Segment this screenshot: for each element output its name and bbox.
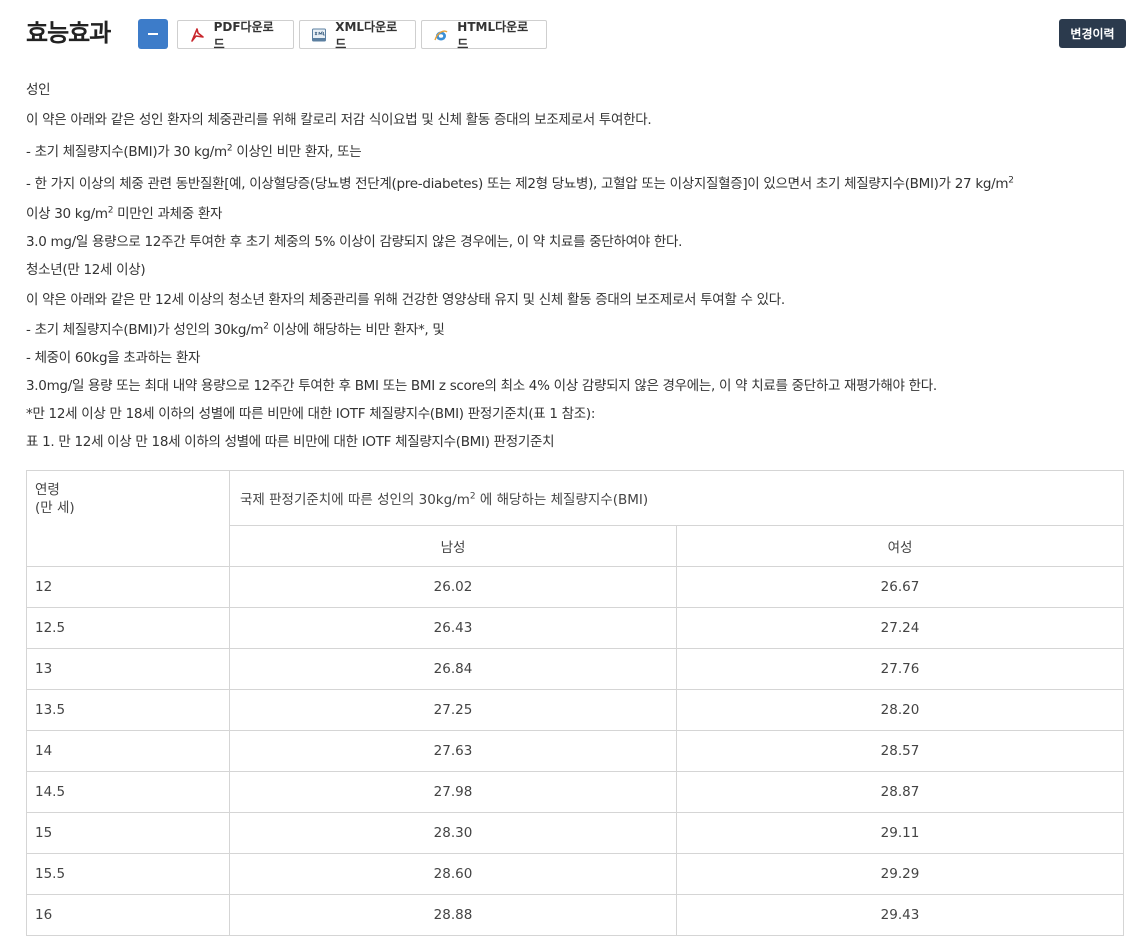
adult-bullet-1-text: - 초기 체질량지수(BMI)가 30 kg/m bbox=[26, 144, 227, 160]
age-cell: 13.5 bbox=[26, 689, 230, 731]
age-cell: 15 bbox=[26, 812, 230, 854]
teen-bullet-1-text: - 초기 체질량지수(BMI)가 성인의 30kg/m bbox=[26, 322, 264, 338]
adult-bullet-2: - 한 가지 이상의 체중 관련 동반질환[예, 이상혈당증(당뇨병 전단계(p… bbox=[26, 168, 1126, 200]
female-bmi-cell: 27.24 bbox=[676, 607, 1124, 649]
male-bmi-cell: 27.25 bbox=[229, 689, 677, 731]
age-cell: 14.5 bbox=[26, 771, 230, 813]
female-bmi-cell: 29.29 bbox=[676, 853, 1124, 895]
teen-intro: 이 약은 아래와 같은 만 12세 이상의 청소년 환자의 체중관리를 위해 건… bbox=[26, 292, 785, 308]
female-bmi-cell: 28.87 bbox=[676, 771, 1124, 813]
female-column-header: 여성 bbox=[676, 525, 1124, 567]
table-row: 14 27.63 28.57 bbox=[26, 730, 1124, 772]
html-icon bbox=[432, 26, 449, 44]
teen-bullet-2: - 체중이 60kg을 초과하는 환자 bbox=[26, 350, 201, 366]
table-caption: 표 1. 만 12세 이상 만 18세 이하의 성별에 따른 비만에 대한 IO… bbox=[26, 434, 555, 450]
female-bmi-cell: 28.57 bbox=[676, 730, 1124, 772]
xml-icon bbox=[310, 26, 327, 44]
table-row: 14.5 27.98 28.87 bbox=[26, 771, 1124, 813]
male-bmi-cell: 26.43 bbox=[229, 607, 677, 649]
female-bmi-cell: 27.76 bbox=[676, 648, 1124, 690]
age-cell: 15.5 bbox=[26, 853, 230, 895]
teen-bullet-1-text-end: 이상에 해당하는 비만 환자*, 및 bbox=[268, 322, 445, 338]
pdf-download-button[interactable]: PDF다운로드 bbox=[177, 19, 294, 51]
table-header-row: 연령 (만 세) 국제 판정기준치에 따른 성인의 30kg/m2 에 해당하는… bbox=[26, 470, 1124, 567]
header: 효능효과 PDF다운로드 XML다운로드 HTML다운로드 변경이력 bbox=[26, 16, 1126, 52]
adult-stop-criteria: 3.0 mg/일 용량으로 12주간 투여한 후 초기 체중의 5% 이상이 감… bbox=[26, 234, 683, 250]
table-row: 16 28.88 29.43 bbox=[26, 894, 1124, 936]
male-bmi-cell: 28.60 bbox=[229, 853, 677, 895]
male-bmi-cell: 26.02 bbox=[229, 566, 677, 608]
bmi-group-header-text-end: 에 해당하는 체질량지수(BMI) bbox=[475, 492, 649, 508]
table-row: 13.5 27.25 28.20 bbox=[26, 689, 1124, 731]
bmi-cutoff-table: 연령 (만 세) 국제 판정기준치에 따른 성인의 30kg/m2 에 해당하는… bbox=[26, 470, 1124, 936]
table-row: 15.5 28.60 29.29 bbox=[26, 853, 1124, 895]
male-bmi-cell: 26.84 bbox=[229, 648, 677, 690]
male-bmi-cell: 27.63 bbox=[229, 730, 677, 772]
table-row: 12 26.02 26.67 bbox=[26, 566, 1124, 608]
age-header-line-1: 연령 bbox=[35, 482, 60, 498]
teen-bullet-1: - 초기 체질량지수(BMI)가 성인의 30kg/m2 이상에 해당하는 비만… bbox=[26, 316, 1126, 344]
footnote: *만 12세 이상 만 18세 이하의 성별에 따른 비만에 대한 IOTF 체… bbox=[26, 406, 596, 422]
adult-bullet-2-cont-end: 미만인 과체중 환자 bbox=[113, 206, 223, 222]
female-bmi-cell: 28.20 bbox=[676, 689, 1124, 731]
table-row: 12.5 26.43 27.24 bbox=[26, 607, 1124, 649]
xml-download-label: XML다운로드 bbox=[335, 19, 398, 51]
collapse-button[interactable] bbox=[138, 19, 168, 49]
male-bmi-cell: 28.30 bbox=[229, 812, 677, 854]
male-bmi-cell: 28.88 bbox=[229, 894, 677, 936]
page-title: 효능효과 bbox=[26, 19, 111, 47]
female-bmi-cell: 26.67 bbox=[676, 566, 1124, 608]
bmi-group-header: 국제 판정기준치에 따른 성인의 30kg/m2 에 해당하는 체질량지수(BM… bbox=[229, 470, 1124, 526]
age-cell: 12 bbox=[26, 566, 230, 608]
age-cell: 16 bbox=[26, 894, 230, 936]
change-history-button[interactable]: 변경이력 bbox=[1059, 19, 1126, 48]
efficacy-content: 성인 이 약은 아래와 같은 성인 환자의 체중관리를 위해 칼로리 저감 식이… bbox=[26, 76, 1126, 456]
superscript: 2 bbox=[1008, 175, 1014, 186]
html-download-button[interactable]: HTML다운로드 bbox=[421, 19, 547, 51]
xml-download-button[interactable]: XML다운로드 bbox=[299, 19, 416, 51]
adult-bullet-1-text-end: 이상인 비만 환자, 또는 bbox=[232, 144, 362, 160]
html-download-label: HTML다운로드 bbox=[457, 19, 529, 51]
age-header-line-2: (만 세) bbox=[35, 500, 75, 516]
bmi-table-container: 연령 (만 세) 국제 판정기준치에 따른 성인의 30kg/m2 에 해당하는… bbox=[26, 470, 1124, 936]
minus-icon bbox=[148, 33, 158, 35]
table-row: 15 28.30 29.11 bbox=[26, 812, 1124, 854]
adult-bullet-1: - 초기 체질량지수(BMI)가 30 kg/m2 이상인 비만 환자, 또는 bbox=[26, 136, 1126, 168]
adult-bullet-2-cont-text: 이상 30 kg/m bbox=[26, 206, 108, 222]
teen-heading: 청소년(만 12세 이상) bbox=[26, 262, 146, 278]
male-column-header: 남성 bbox=[229, 525, 677, 567]
adult-intro: 이 약은 아래와 같은 성인 환자의 체중관리를 위해 칼로리 저감 식이요법 … bbox=[26, 112, 652, 128]
age-cell: 14 bbox=[26, 730, 230, 772]
female-bmi-cell: 29.11 bbox=[676, 812, 1124, 854]
table-row: 13 26.84 27.76 bbox=[26, 648, 1124, 690]
male-bmi-cell: 27.98 bbox=[229, 771, 677, 813]
age-cell: 12.5 bbox=[26, 607, 230, 649]
pdf-icon bbox=[188, 26, 206, 44]
adult-bullet-2-text: - 한 가지 이상의 체중 관련 동반질환[예, 이상혈당증(당뇨병 전단계(p… bbox=[26, 176, 1009, 192]
female-bmi-cell: 29.43 bbox=[676, 894, 1124, 936]
age-cell: 13 bbox=[26, 648, 230, 690]
adult-heading: 성인 bbox=[26, 82, 51, 98]
adult-bullet-2-cont: 이상 30 kg/m2 미만인 과체중 환자 bbox=[26, 200, 1126, 228]
bmi-group-header-text: 국제 판정기준치에 따른 성인의 30kg/m bbox=[240, 492, 470, 508]
age-column-header: 연령 (만 세) bbox=[26, 470, 230, 567]
pdf-download-label: PDF다운로드 bbox=[213, 19, 274, 51]
teen-stop-criteria: 3.0mg/일 용량 또는 최대 내약 용량으로 12주간 투여한 후 BMI … bbox=[26, 378, 937, 394]
